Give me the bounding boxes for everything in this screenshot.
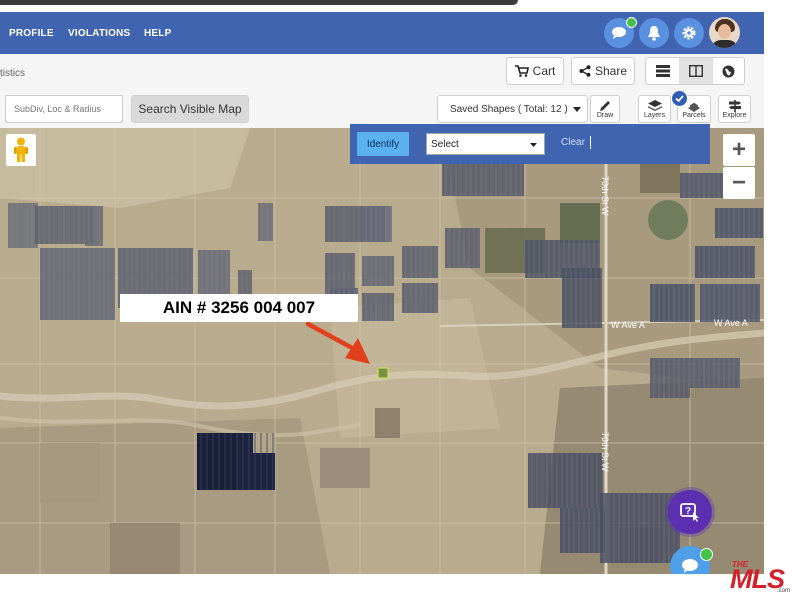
identify-select-value: Select: [431, 138, 459, 150]
settings-button[interactable]: [674, 18, 704, 48]
explore-label: Explore: [722, 111, 747, 119]
road-label-ave-a-right: W Ave A: [714, 318, 748, 328]
location-search-input[interactable]: [5, 95, 123, 123]
split-view-icon: [688, 65, 703, 77]
avatar[interactable]: [709, 17, 740, 48]
nav-violations[interactable]: VIOLATIONS: [68, 28, 130, 39]
globe-icon: [722, 65, 735, 77]
window-top-edge: [0, 0, 518, 5]
bell-icon: [648, 26, 660, 41]
draw-label: Draw: [596, 111, 614, 119]
list-view-button[interactable]: [646, 58, 680, 84]
share-button[interactable]: Share: [571, 57, 635, 85]
check-icon: [675, 95, 684, 102]
layers-label: Layers: [643, 111, 665, 119]
search-visible-map-button[interactable]: Search Visible Map: [131, 95, 249, 123]
share-icon: [579, 65, 591, 77]
split-view-button[interactable]: [679, 58, 713, 84]
list-view-icon: [655, 65, 670, 77]
identify-clear-link[interactable]: Clear: [561, 137, 585, 148]
satellite-map[interactable]: 70th St W W Ave A W Ave A 70th St W ?: [0, 128, 764, 574]
zoom-out-button[interactable]: −: [723, 167, 755, 199]
cart-icon: [514, 65, 529, 77]
explore-button[interactable]: Explore: [718, 95, 751, 123]
online-dot: [626, 17, 637, 28]
map-imagery: 70th St W W Ave A W Ave A 70th St W: [0, 128, 764, 574]
parcels-active-check: [671, 90, 688, 107]
caret-down-icon: [573, 107, 581, 112]
cart-button[interactable]: Cart: [506, 57, 564, 85]
highlighted-parcel: [377, 367, 389, 379]
ain-annotation-label: AIN # 3256 004 007: [120, 294, 358, 322]
layers-icon: [647, 99, 662, 111]
draw-button[interactable]: Draw: [590, 95, 620, 123]
svg-text:?: ?: [685, 506, 691, 517]
street-view-button[interactable]: [6, 134, 36, 166]
chat-icon: [612, 27, 626, 39]
identify-button[interactable]: Identify: [357, 132, 409, 156]
pegman-icon: [14, 137, 28, 162]
top-nav-bar: PROFILE VIOLATIONS HELP: [0, 12, 764, 54]
parcels-icon: [688, 102, 700, 112]
mls-watermark-logo: THE MLS .com: [728, 558, 790, 600]
nav-profile[interactable]: PROFILE: [9, 28, 54, 39]
map-view-button[interactable]: [712, 58, 745, 84]
parcels-label: Parcels: [682, 111, 706, 119]
pencil-icon: [600, 100, 610, 111]
notifications-button[interactable]: [639, 18, 669, 48]
road-label-70th-mid: 70th St W: [600, 432, 610, 472]
watermark-com: .com: [777, 588, 791, 594]
map-toolbar: tistics Cart Share Search Visible Map Sa…: [0, 54, 764, 128]
road-label-70th-top: 70th St W: [600, 176, 610, 216]
gear-icon: [682, 26, 696, 40]
identify-select[interactable]: Select: [426, 133, 545, 155]
signpost-icon: [728, 99, 741, 112]
text-cursor: [590, 136, 591, 149]
help-question-icon: ?: [680, 503, 699, 522]
cart-label: Cart: [532, 64, 556, 78]
help-chat-button[interactable]: ?: [668, 490, 712, 534]
caret-down-icon: [530, 143, 537, 147]
saved-shapes-label: Saved Shapes ( Total: 12 ): [450, 103, 568, 115]
nav-help[interactable]: HELP: [144, 28, 171, 39]
saved-shapes-dropdown[interactable]: Saved Shapes ( Total: 12 ): [437, 95, 588, 123]
breadcrumb: tistics: [0, 68, 25, 79]
zoom-in-button[interactable]: +: [723, 134, 755, 166]
watermark-mls: MLS: [730, 564, 785, 594]
road-label-ave-a-left: W Ave A: [611, 320, 645, 330]
messenger-status-dot: [700, 548, 713, 561]
share-label: Share: [594, 64, 628, 78]
identify-panel: Identify Select Clear: [350, 124, 710, 164]
view-toggle-group: [645, 57, 745, 85]
layers-button[interactable]: Layers: [638, 95, 671, 123]
messenger-icon: [682, 559, 698, 573]
